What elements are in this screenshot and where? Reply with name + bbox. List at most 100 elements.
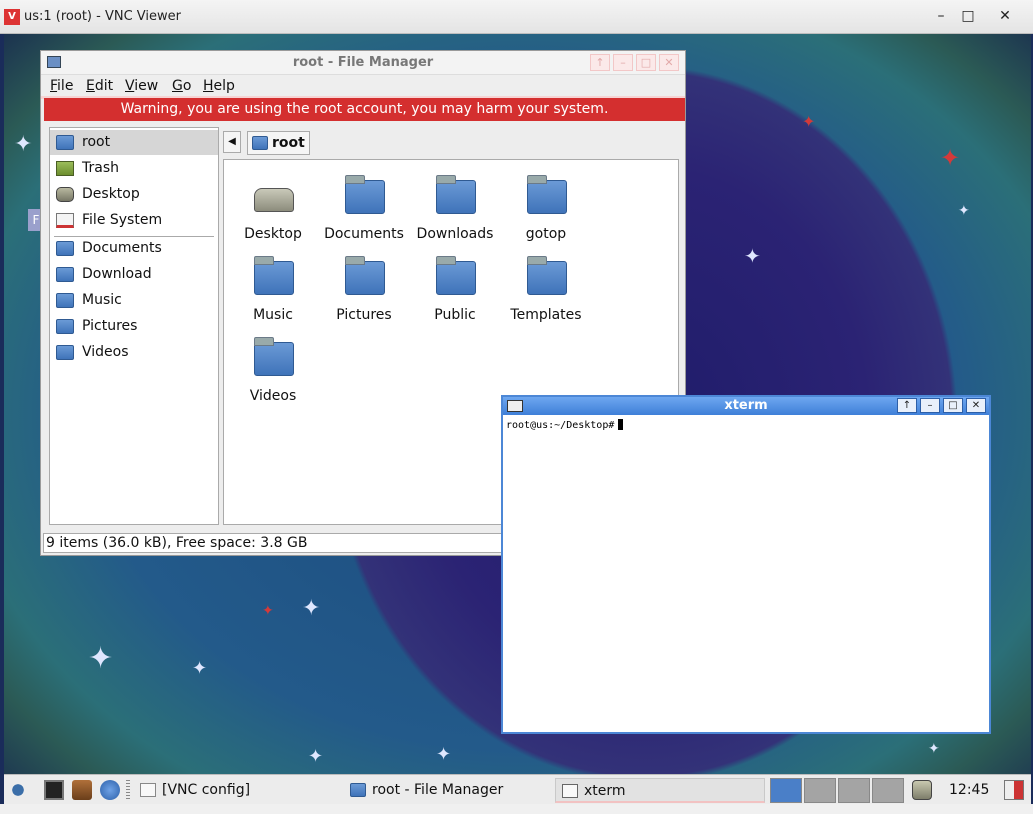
window-raise-button[interactable]: ↑ [897,398,917,413]
window-close-button[interactable]: ✕ [966,398,986,413]
task-file-manager[interactable]: root - File Manager [344,778,549,803]
xterm-window: xterm ↑ – □ ✕ root@us:~/Desktop# [501,395,991,734]
logout-icon[interactable] [1004,780,1024,800]
root-warning-banner: Warning, you are using the root account,… [44,98,685,121]
sidebar-item-label: Documents [82,240,162,256]
home-folder-icon [56,135,74,150]
sidebar-item-download[interactable]: Download [50,262,218,287]
vnc-minimize-button[interactable]: – [930,6,952,26]
window-minimize-button[interactable]: – [920,398,940,413]
file-item-music[interactable]: Music [228,255,318,333]
sidebar-item-videos[interactable]: Videos [50,340,218,365]
star-decoration-icon: ✦ [192,658,208,679]
task-label: xterm [584,783,626,799]
file-manager-title: root - File Manager [292,55,434,70]
sidebar-item-label: Desktop [82,186,140,202]
menu-label: dit [94,78,114,94]
window-maximize-button[interactable]: □ [636,54,656,71]
window-minimize-button[interactable]: – [613,54,633,71]
sidebar-item-desktop[interactable]: Desktop [50,182,218,207]
breadcrumb-root[interactable]: root [247,131,310,155]
menu-go[interactable]: Go [172,78,191,94]
drive-icon [56,213,74,228]
window-close-button[interactable]: ✕ [659,54,679,71]
folder-icon [56,293,74,308]
folder-icon [436,175,476,214]
menu-view[interactable]: View [125,78,158,94]
star-decoration-icon: ✦ [308,746,324,767]
star-decoration-icon: ✦ [940,144,961,172]
menu-edit[interactable]: Edit [86,78,113,94]
terminal-launcher-icon[interactable] [44,780,64,800]
file-item-pictures[interactable]: Pictures [319,255,409,333]
menubar: File Edit View Go Help [41,75,685,99]
star-decoration-icon: ✦ [958,203,970,219]
file-item-desktop[interactable]: Desktop [228,174,318,252]
browser-launcher-icon[interactable] [100,780,120,800]
file-item-label: Pictures [336,307,392,323]
file-item-templates[interactable]: Templates [501,255,591,333]
file-item-gotop[interactable]: gotop [501,174,591,252]
star-decoration-icon: ✦ [928,741,940,757]
breadcrumb-label: root [272,135,305,151]
task-vnc-config[interactable]: [VNC config] [134,778,339,803]
folder-icon [56,267,74,282]
folder-icon [345,175,385,214]
file-item-downloads[interactable]: Downloads [410,174,500,252]
home-folder-icon [252,136,268,150]
file-item-public[interactable]: Public [410,255,500,333]
sidebar-item-music[interactable]: Music [50,288,218,313]
menu-mnemonic: V [125,78,135,94]
show-desktop-icon[interactable] [912,780,932,800]
menu-mnemonic: G [172,78,183,94]
path-back-button[interactable]: ◀ [223,131,241,153]
tools-launcher-icon[interactable] [72,780,92,800]
start-menu-icon[interactable] [8,780,28,800]
sidebar-item-label: Download [82,266,152,282]
vnc-close-button[interactable]: ✕ [994,6,1016,26]
workspace-4-button[interactable] [872,778,904,803]
file-item-label: Videos [249,388,297,404]
workspace-3-button[interactable] [838,778,870,803]
taskbar-handle-icon[interactable] [126,780,130,800]
taskbar: [VNC config] root - File Manager xterm 1… [4,774,1031,804]
folder-icon [527,175,567,214]
workspace-2-button[interactable] [804,778,836,803]
star-decoration-icon: ✦ [436,744,452,765]
sidebar-item-trash[interactable]: Trash [50,156,218,181]
window-raise-button[interactable]: ↑ [590,54,610,71]
folder-icon [527,256,567,295]
sidebar-item-documents[interactable]: Documents [50,236,218,261]
vnc-logo-icon: V [4,9,20,25]
menu-label: elp [213,78,235,94]
window-maximize-button[interactable]: □ [943,398,963,413]
menu-help[interactable]: Help [203,78,235,94]
menu-file[interactable]: File [50,78,73,94]
file-manager-titlebar[interactable]: root - File Manager ↑ – □ ✕ [41,51,685,75]
sidebar-item-label: Trash [82,160,119,176]
file-item-label: gotop [525,226,567,242]
file-item-documents[interactable]: Documents [319,174,409,252]
sidebar-item-root[interactable]: root [50,130,218,155]
desktop-drive-icon [254,188,294,212]
terminal-area[interactable]: root@us:~/Desktop# [503,415,989,435]
star-decoration-icon: ✦ [262,603,274,619]
file-item-label: Templates [510,307,582,323]
star-decoration-icon: ✦ [14,132,33,157]
vnc-maximize-button[interactable]: □ [957,6,979,26]
clock[interactable]: 12:45 [949,779,989,801]
shell-prompt: root@us:~/Desktop# [506,420,615,431]
vnc-window-bottom-border [0,804,1033,814]
terminal-cursor [618,419,624,430]
file-item-videos[interactable]: Videos [228,336,318,414]
folder-icon [345,256,385,295]
sidebar-item-file-system[interactable]: File System [50,208,218,233]
trash-icon [56,161,74,176]
workspace-1-button[interactable] [770,778,802,803]
window-icon [140,783,156,797]
folder-icon [254,256,294,295]
sidebar-item-pictures[interactable]: Pictures [50,314,218,339]
xterm-titlebar[interactable]: xterm ↑ – □ ✕ [503,397,989,415]
task-xterm[interactable]: xterm [555,778,765,803]
file-item-label: Downloads [416,226,494,242]
